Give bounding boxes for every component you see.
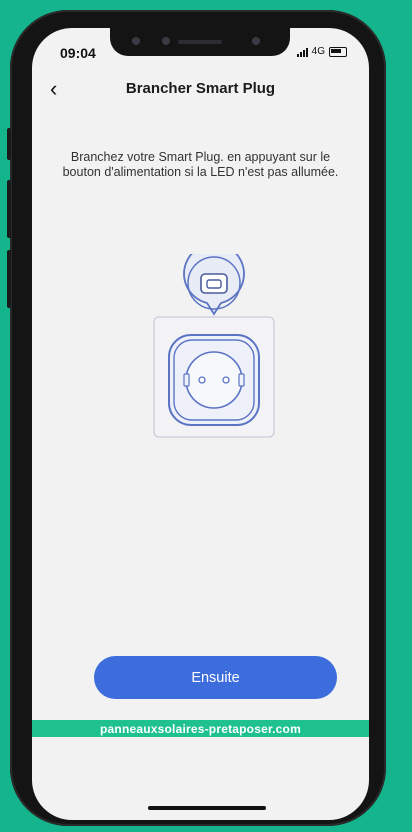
status-indicators: 4G: [296, 46, 347, 57]
status-time: 09:04: [60, 45, 96, 61]
front-camera-icon: [132, 37, 140, 45]
signal-icon: [296, 47, 308, 57]
smart-plug-socket-icon: [153, 243, 275, 438]
mute-switch: [7, 128, 11, 160]
page-title: Brancher Smart Plug: [125, 80, 276, 97]
network-type: 4G: [311, 46, 325, 57]
volume-up-button: [7, 180, 11, 238]
speaker-grill: [178, 40, 222, 44]
watermark-banner: panneauxsolaires-pretaposer.com: [32, 720, 369, 737]
next-button[interactable]: Ensuite: [94, 656, 337, 699]
app-screen: 09:04 4G ‹ Brancher Smart Plug Branchez …: [32, 28, 369, 820]
volume-down-button: [7, 250, 11, 308]
home-indicator[interactable]: [148, 806, 266, 810]
smart-plug-illustration: [150, 243, 278, 444]
sensor-icon: [162, 37, 170, 45]
face-id-sensor-icon: [252, 37, 260, 45]
battery-icon: [329, 46, 347, 57]
instruction-text: Branchez votre Smart Plug. en appuyant s…: [62, 150, 339, 179]
notch: [110, 28, 290, 56]
